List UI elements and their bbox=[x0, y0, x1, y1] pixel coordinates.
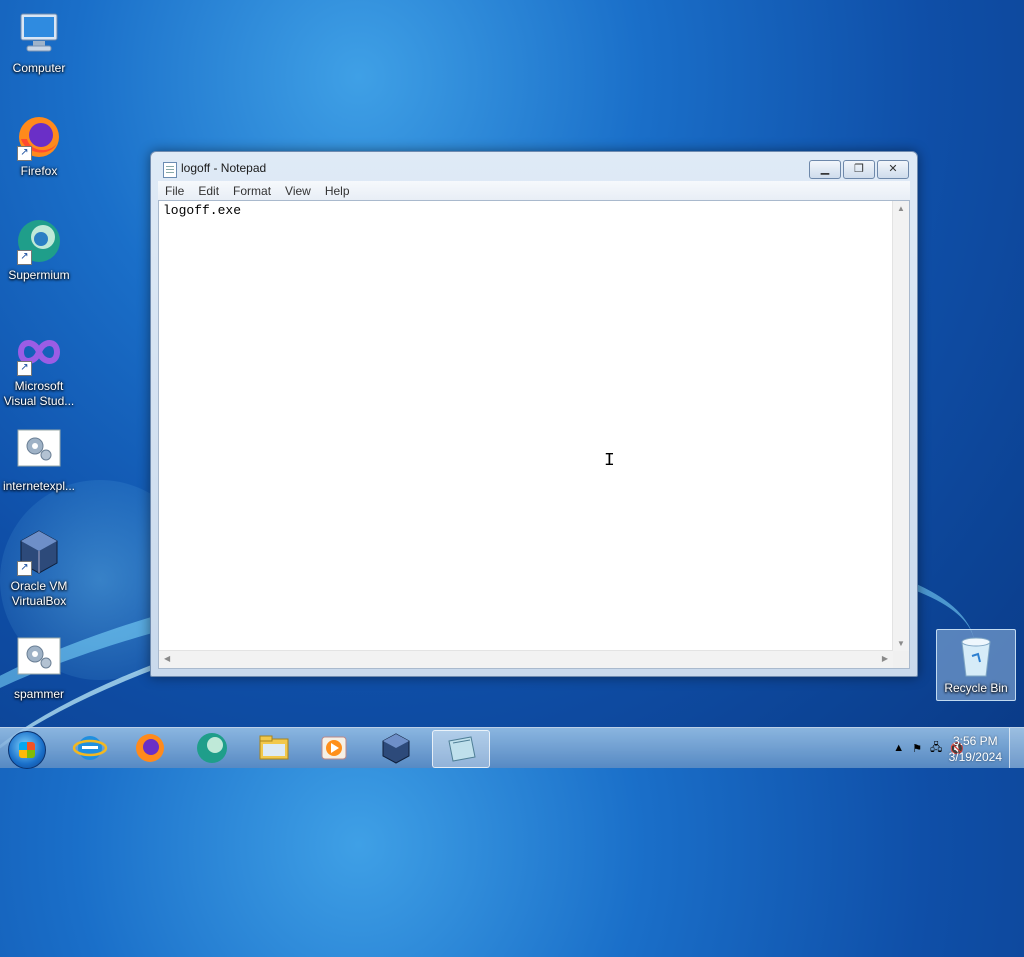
menu-help[interactable]: Help bbox=[318, 184, 357, 198]
caption-buttons: ▁ ❐ ✕ bbox=[807, 160, 909, 179]
shortcut-arrow-icon: ↗ bbox=[17, 146, 32, 161]
virtualbox-icon: ↗ bbox=[15, 528, 63, 576]
start-button[interactable] bbox=[8, 731, 46, 769]
visual-studio-icon: ↗ bbox=[15, 328, 63, 376]
desktop-icon-internetexpl[interactable]: internetexpl... bbox=[1, 428, 77, 494]
clock[interactable]: 3:56 PM 3/19/2024 bbox=[949, 733, 1002, 765]
desktop-icon-computer[interactable]: Computer bbox=[1, 10, 77, 76]
title-bar[interactable]: logoff - Notepad ▁ ❐ ✕ bbox=[151, 152, 917, 182]
recycle-bin-wrap: Recycle Bin bbox=[937, 634, 1015, 696]
taskbar-virtualbox[interactable] bbox=[368, 730, 424, 766]
notepad-icon bbox=[448, 736, 476, 762]
editor-content[interactable]: logoff.exe bbox=[163, 203, 241, 218]
shortcut-arrow-icon: ↗ bbox=[17, 250, 32, 265]
minimize-button[interactable]: ▁ bbox=[809, 160, 841, 179]
clock-date: 3/19/2024 bbox=[948, 750, 1002, 764]
desktop-icon-visual-studio[interactable]: ↗ Microsoft Visual Stud... bbox=[1, 328, 77, 409]
shortcut-arrow-icon: ↗ bbox=[17, 561, 32, 576]
supermium-icon bbox=[197, 733, 227, 763]
media-player-icon bbox=[321, 736, 347, 760]
desktop-icon-label: Computer bbox=[12, 61, 66, 75]
desktop-icon-label: Supermium bbox=[8, 268, 70, 282]
shortcut-arrow-icon: ↗ bbox=[17, 361, 32, 376]
desktop-icon-virtualbox[interactable]: ↗ Oracle VM VirtualBox bbox=[1, 528, 77, 609]
text-cursor-icon: I bbox=[604, 451, 615, 471]
taskbar-notepad[interactable] bbox=[432, 730, 490, 768]
taskbar-media-player[interactable] bbox=[306, 730, 362, 766]
internet-explorer-icon bbox=[72, 736, 108, 760]
desktop-icon-supermium[interactable]: ↗ Supermium bbox=[1, 217, 77, 283]
taskbar-firefox[interactable] bbox=[122, 730, 178, 766]
recycle-bin-icon bbox=[956, 634, 996, 678]
taskbar: ▲ ⚑ 🖧 🔇 3:56 PM 3/19/2024 bbox=[0, 727, 1024, 769]
desktop-icon-label: internetexpl... bbox=[2, 479, 76, 493]
restore-button[interactable]: ❐ bbox=[843, 160, 875, 179]
action-center-flag-icon[interactable]: ⚑ bbox=[912, 742, 922, 755]
resize-grip[interactable] bbox=[893, 651, 909, 668]
desktop-icon-recycle-bin[interactable]: Recycle Bin bbox=[936, 629, 1016, 701]
menu-edit[interactable]: Edit bbox=[191, 184, 226, 198]
scroll-right-arrow-icon[interactable]: ▶ bbox=[882, 654, 888, 663]
desktop-icon-label: spammer bbox=[13, 687, 64, 701]
scroll-left-arrow-icon[interactable]: ◀ bbox=[164, 654, 170, 663]
menu-bar: File Edit Format View Help bbox=[158, 181, 910, 200]
notepad-icon bbox=[163, 162, 177, 178]
menu-format[interactable]: Format bbox=[226, 184, 278, 198]
text-editor[interactable]: logoff.exe I ▲ ▼ ◀ ▶ bbox=[158, 200, 910, 669]
clock-time: 3:56 PM bbox=[952, 734, 998, 748]
menu-file[interactable]: File bbox=[158, 184, 191, 198]
computer-icon bbox=[15, 10, 63, 58]
desktop-icon-label: Microsoft Visual Stud... bbox=[3, 379, 75, 408]
horizontal-scrollbar[interactable]: ◀ ▶ bbox=[159, 650, 893, 668]
file-explorer-icon bbox=[259, 735, 289, 760]
taskbar-internet-explorer[interactable] bbox=[62, 730, 118, 766]
vertical-scrollbar[interactable]: ▲ ▼ bbox=[892, 201, 909, 651]
window-title: logoff - Notepad bbox=[181, 161, 267, 175]
taskbar-supermium[interactable] bbox=[184, 730, 240, 766]
network-icon[interactable]: 🖧 bbox=[930, 739, 942, 758]
settings-file-icon bbox=[15, 428, 63, 476]
settings-file-icon bbox=[15, 636, 63, 684]
scroll-down-arrow-icon[interactable]: ▼ bbox=[897, 639, 905, 648]
virtualbox-icon bbox=[382, 733, 410, 764]
desktop-icon-firefox[interactable]: ↗ Firefox bbox=[1, 113, 77, 179]
show-hidden-icons-icon[interactable]: ▲ bbox=[893, 742, 904, 754]
menu-view[interactable]: View bbox=[278, 184, 318, 198]
supermium-icon: ↗ bbox=[15, 217, 63, 265]
taskbar-file-explorer[interactable] bbox=[246, 730, 302, 766]
desktop-icon-spammer[interactable]: spammer bbox=[1, 636, 77, 702]
close-button[interactable]: ✕ bbox=[877, 160, 909, 179]
firefox-icon: ↗ bbox=[15, 113, 63, 161]
notepad-window[interactable]: logoff - Notepad ▁ ❐ ✕ File Edit Format … bbox=[150, 151, 918, 677]
firefox-icon bbox=[136, 734, 164, 762]
desktop-icon-label: Oracle VM VirtualBox bbox=[10, 579, 68, 608]
desktop-icon-label: Recycle Bin bbox=[944, 681, 1008, 695]
desktop-icon-label: Firefox bbox=[20, 164, 58, 178]
show-desktop-button[interactable] bbox=[1009, 728, 1024, 768]
scroll-up-arrow-icon[interactable]: ▲ bbox=[897, 204, 905, 213]
